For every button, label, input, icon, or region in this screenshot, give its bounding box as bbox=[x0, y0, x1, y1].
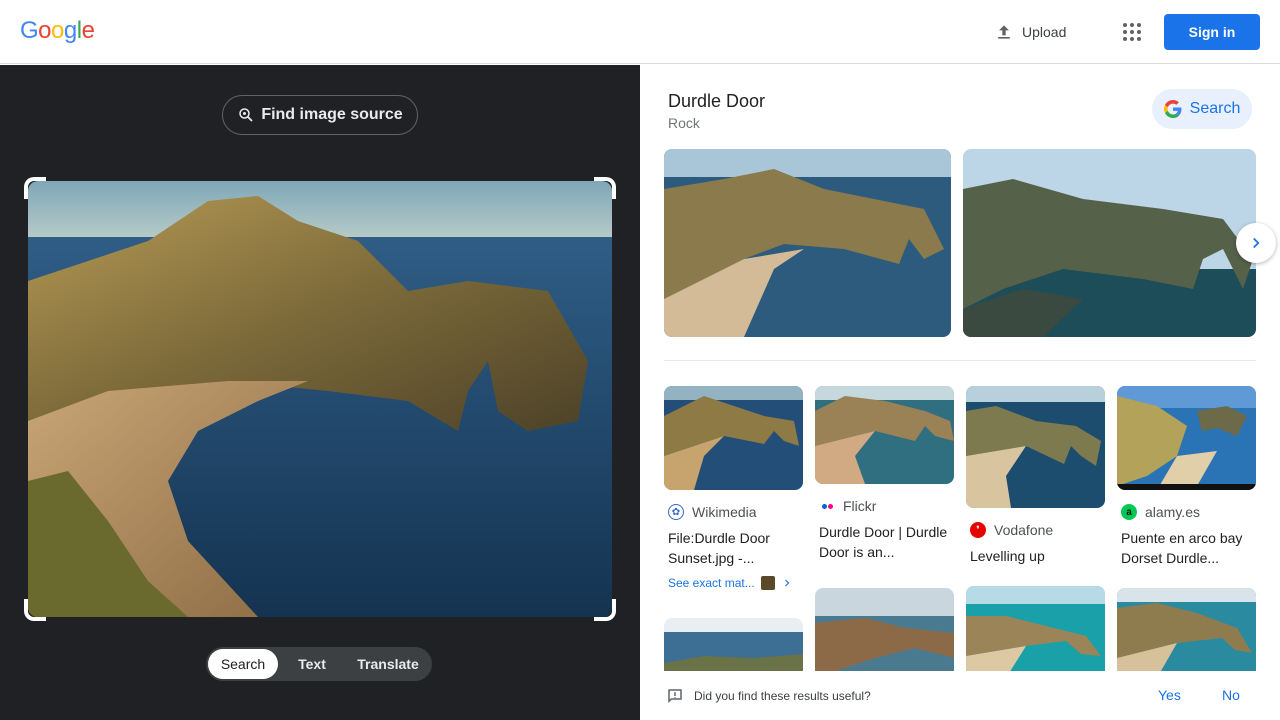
next-image-button[interactable] bbox=[1236, 223, 1276, 263]
result-thumbnail[interactable] bbox=[815, 386, 954, 484]
see-exact-matches-link[interactable]: See exact mat... bbox=[664, 576, 803, 590]
entity-title: Durdle Door bbox=[668, 91, 766, 111]
apps-button[interactable] bbox=[1114, 14, 1150, 50]
result-source: ✿ Wikimedia bbox=[664, 504, 803, 520]
entity-search-label: Search bbox=[1189, 100, 1241, 117]
feedback-bar: Did you find these results useful? Yes N… bbox=[640, 671, 1280, 720]
result-thumbnail[interactable] bbox=[966, 586, 1105, 678]
lens-search-icon bbox=[239, 108, 253, 122]
result-thumbnail[interactable] bbox=[1117, 386, 1256, 490]
result-source: a alamy.es bbox=[1117, 504, 1256, 520]
entity-subtitle: Rock bbox=[668, 115, 700, 131]
sign-in-button[interactable]: Sign in bbox=[1164, 14, 1260, 50]
result-title: Durdle Door | Durdle Door is an... bbox=[819, 524, 948, 560]
apps-grid-icon bbox=[1123, 23, 1141, 41]
query-image bbox=[28, 181, 612, 617]
result-thumbnail[interactable] bbox=[664, 618, 803, 678]
google-g-icon bbox=[1163, 100, 1182, 118]
feedback-no-button[interactable]: No bbox=[1222, 687, 1240, 703]
result-source: Flickr bbox=[815, 498, 954, 514]
source-name: alamy.es bbox=[1145, 504, 1200, 520]
crop-handle-top-right[interactable] bbox=[594, 177, 616, 199]
result-thumbnail[interactable] bbox=[664, 386, 803, 490]
result-card[interactable]: ✿ Wikimedia File:Durdle Door Sunset.jpg … bbox=[664, 386, 803, 590]
entity-image[interactable] bbox=[664, 149, 951, 337]
crop-handle-bottom-left[interactable] bbox=[24, 599, 46, 621]
logo-letter: g bbox=[63, 17, 77, 44]
exact-match-thumbnail bbox=[760, 576, 775, 590]
result-card[interactable] bbox=[664, 618, 803, 678]
logo-letter: o bbox=[38, 17, 52, 44]
crop-handle-top-left[interactable] bbox=[24, 177, 46, 199]
logo-letter: G bbox=[20, 17, 39, 44]
tab-translate[interactable]: Translate bbox=[346, 649, 430, 679]
mode-selector: Search Text Translate bbox=[206, 647, 432, 681]
result-thumbnail[interactable] bbox=[966, 386, 1105, 508]
upload-label: Upload bbox=[1022, 24, 1067, 40]
crop-area[interactable] bbox=[24, 177, 616, 621]
flickr-icon bbox=[819, 498, 835, 514]
crop-handle-bottom-right[interactable] bbox=[594, 599, 616, 621]
result-thumbnail[interactable] bbox=[815, 588, 954, 678]
query-image-pane: Find image source Search Text Translate bbox=[0, 65, 640, 720]
wikimedia-icon: ✿ bbox=[668, 504, 684, 520]
vodafone-icon: ❜ bbox=[970, 522, 986, 538]
chevron-right-icon bbox=[1253, 237, 1260, 249]
top-bar: Google Upload Sign in bbox=[0, 0, 1280, 64]
google-logo[interactable]: Google bbox=[20, 17, 95, 45]
result-card[interactable]: a alamy.es Puente en arco bay Dorset Dur… bbox=[1117, 386, 1256, 568]
chevron-right-icon bbox=[784, 579, 790, 587]
find-source-label: Find image source bbox=[261, 106, 403, 123]
section-divider bbox=[664, 360, 1256, 361]
tab-search[interactable]: Search bbox=[208, 649, 278, 679]
tab-text[interactable]: Text bbox=[278, 649, 346, 679]
result-title: Puente en arco bay Dorset Durdle... bbox=[1121, 530, 1243, 566]
upload-button[interactable]: Upload bbox=[984, 14, 1076, 50]
source-name: Vodafone bbox=[994, 522, 1054, 538]
source-name: Flickr bbox=[843, 498, 877, 514]
feedback-question: Did you find these results useful? bbox=[694, 689, 871, 703]
logo-letter: o bbox=[51, 17, 64, 44]
feedback-icon bbox=[668, 689, 682, 704]
entity-image[interactable] bbox=[963, 149, 1256, 337]
upload-icon bbox=[998, 25, 1010, 39]
results-pane: Durdle Door Rock Search ✿ Wikimedia File… bbox=[640, 65, 1280, 720]
result-card[interactable]: Flickr Durdle Door | Durdle Door is an..… bbox=[815, 386, 954, 562]
result-card[interactable]: ❜ Vodafone Levelling up bbox=[966, 386, 1105, 586]
result-title: Levelling up bbox=[970, 548, 1045, 564]
result-card[interactable] bbox=[1117, 588, 1256, 678]
source-name: Wikimedia bbox=[692, 504, 757, 520]
result-thumbnail[interactable] bbox=[1117, 588, 1256, 678]
see-exact-label: See exact mat... bbox=[668, 576, 755, 590]
alamy-icon: a bbox=[1121, 504, 1137, 520]
feedback-yes-button[interactable]: Yes bbox=[1158, 687, 1181, 703]
result-title: File:Durdle Door Sunset.jpg -... bbox=[668, 530, 770, 566]
entity-search-button[interactable]: Search bbox=[1152, 89, 1252, 129]
result-card[interactable] bbox=[966, 586, 1105, 678]
result-card[interactable] bbox=[815, 588, 954, 678]
find-image-source-button[interactable]: Find image source bbox=[222, 95, 418, 135]
result-source: ❜ Vodafone bbox=[966, 522, 1105, 538]
logo-letter: e bbox=[81, 17, 95, 44]
